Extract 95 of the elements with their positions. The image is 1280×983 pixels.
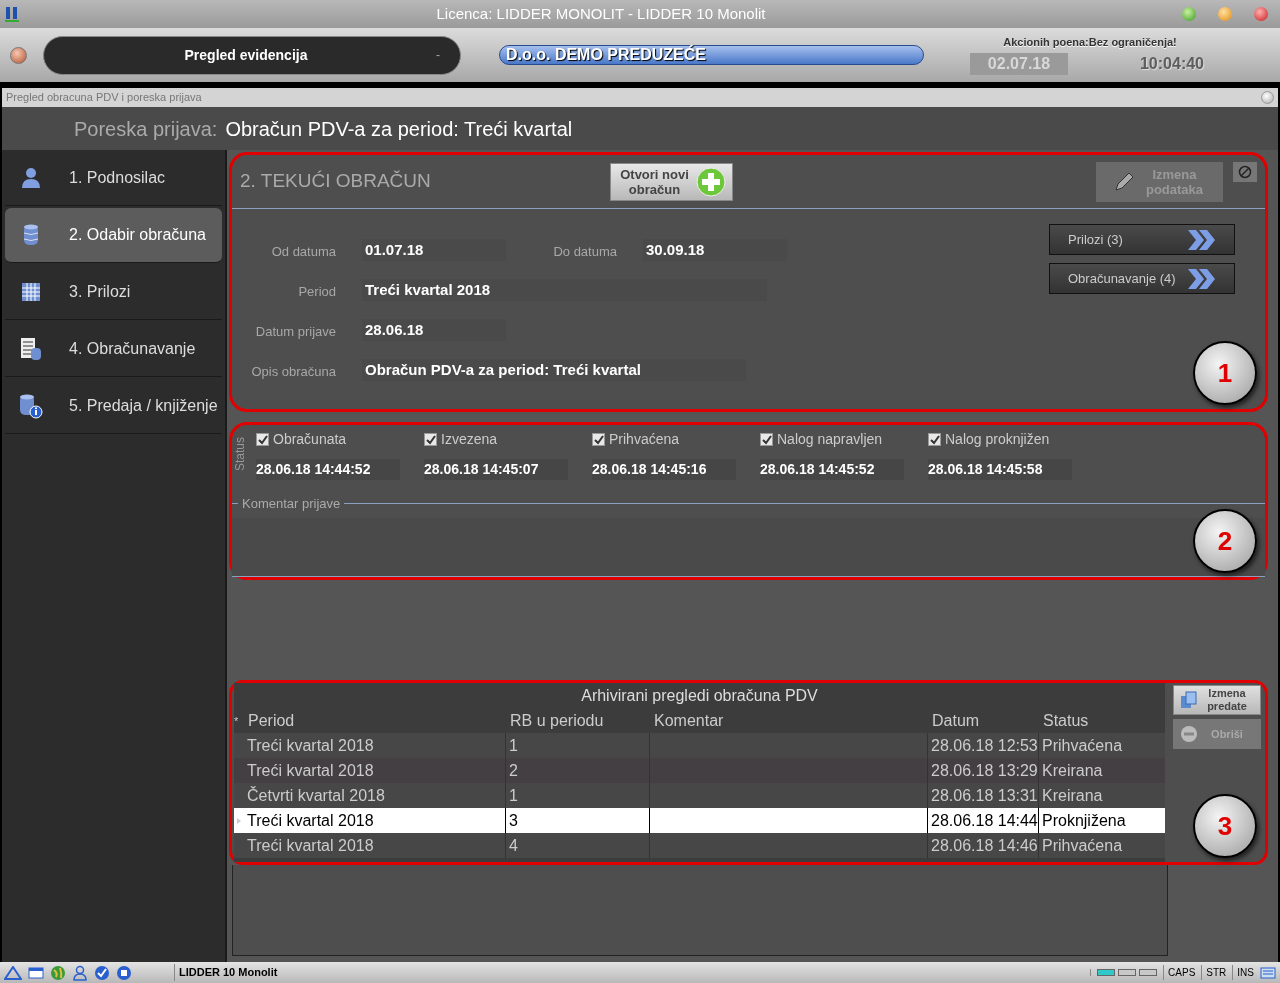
status-timestamp: 28.06.18 14:45:07: [424, 459, 568, 480]
checkbox[interactable]: [256, 433, 269, 446]
row-pointer-icon: [237, 817, 241, 824]
table-row[interactable]: Treći kvartal 2018 4 28.06.18 14:46 Prihvaćena: [234, 833, 1165, 858]
status-step-label: Nalog napravljen: [777, 430, 883, 449]
field-value: 01.07.18: [362, 239, 506, 261]
table-cell-text: Prihvaćena: [1041, 736, 1124, 756]
section-title: 2. TEKUĆI OBRAČUN: [240, 169, 432, 194]
table-cell: Treći kvartal 2018: [244, 833, 506, 858]
field-label: Period: [297, 282, 336, 301]
table-row[interactable]: Treći kvartal 2018 1 28.06.18 12:53 Prihvaćena: [234, 733, 1165, 758]
table-cell: 4: [506, 833, 650, 858]
promo-text: Akcionih poena:Bez ograničenja!: [1002, 34, 1178, 50]
company-name: D.o.o. DEMO PREDUZEĆE: [499, 45, 924, 65]
field-label: Opis obračuna: [250, 362, 336, 381]
table-row[interactable]: Četvrti kvartal 2018 1 28.06.18 13:31 Kreirana: [234, 783, 1165, 808]
table-cell: 28.06.18 14:46: [928, 833, 1039, 858]
person-icon: [21, 167, 41, 189]
checkbox[interactable]: [592, 433, 605, 446]
globe-icon[interactable]: [50, 964, 66, 981]
triangle-logo-icon[interactable]: [4, 965, 22, 980]
status-label: Status: [232, 436, 248, 473]
new-calculation-button[interactable]: Otvori novi obračun: [610, 162, 733, 201]
stop-icon[interactable]: [116, 964, 132, 981]
comment-field[interactable]: [232, 517, 1265, 577]
user-icon[interactable]: [72, 964, 88, 981]
sidebar-item[interactable]: 3. Prilozi: [5, 265, 222, 320]
table-row[interactable]: Treći kvartal 2018 2 28.06.18 13:29 Kreirana: [234, 758, 1165, 783]
database-icon: [23, 223, 39, 247]
checkbox[interactable]: [928, 433, 941, 446]
field-value: Treći kvartal 2018: [362, 279, 767, 301]
status-step-label: Obračunata: [273, 430, 347, 449]
column-header[interactable]: Komentar: [650, 709, 928, 733]
double-chevron-icon: [1186, 267, 1216, 290]
field-value: 30.09.18: [643, 239, 787, 261]
status-timestamp: 28.06.18 14:44:52: [256, 459, 400, 480]
navigation-button[interactable]: Prilozi (3): [1049, 224, 1235, 255]
table-icon: [21, 282, 41, 302]
dash-mark: -: [436, 47, 441, 64]
sidebar-item[interactable]: 5. Predaja / knjiženje: [5, 379, 222, 434]
subwindow-title: Pregled obracuna PDV i poreska prijava: [6, 90, 203, 106]
sidebar-item[interactable]: 1. Podnosilac: [5, 151, 222, 206]
status-step-label: Izvezena: [441, 430, 498, 449]
header-prefix: Poreska prijava:: [74, 116, 218, 142]
edit-submitted-button[interactable]: Izmena predate: [1173, 685, 1261, 715]
key-indicator: CAPS: [1163, 965, 1196, 980]
sidebar-item[interactable]: 4. Obračunavanje: [5, 322, 222, 377]
table-row[interactable]: Treći kvartal 2018 3 28.06.18 14:44 Proknjižena: [234, 808, 1165, 833]
module-selector[interactable]: Pregled evidencija -: [43, 35, 461, 75]
block-icon[interactable]: [1233, 161, 1257, 182]
field-label: Od datuma: [270, 242, 336, 261]
status-light-icon: [10, 46, 27, 64]
navigation-button[interactable]: Obračunavanje (4): [1049, 263, 1235, 294]
column-header[interactable]: RB u periodu: [506, 709, 650, 733]
sidebar-item[interactable]: 2. Odabir obračuna: [5, 208, 222, 263]
new-row-marker: *: [234, 713, 240, 729]
field-value: Obračun PDV-a za period: Treći kvartal: [362, 359, 746, 381]
double-chevron-icon: [1186, 228, 1216, 251]
comment-label: Komentar prijave: [241, 495, 342, 513]
field-value: 28.06.18: [362, 319, 506, 341]
window-icon[interactable]: [28, 965, 44, 980]
window-title: Licenca: LIDDER MONOLIT - LIDDER 10 Monolit: [435, 3, 767, 24]
key-indicator: INS: [1232, 965, 1254, 980]
checkbox[interactable]: [760, 433, 773, 446]
table-title: Arhivirani pregledi obračuna PDV: [580, 686, 819, 706]
status-timestamp: 28.06.18 14:45:58: [928, 459, 1072, 480]
copy-icon: [1180, 691, 1198, 709]
minus-icon: [1180, 725, 1198, 743]
key-indicator: STR: [1201, 965, 1227, 980]
field-label: Datum prijave: [254, 322, 336, 341]
current-time: 10:04:40: [1139, 54, 1204, 75]
plus-icon: [696, 166, 726, 197]
spreadsheet-icon: [20, 337, 42, 361]
status-step-label: Prihvaćena: [609, 430, 680, 449]
current-date: 02.07.18: [970, 53, 1068, 76]
table-cell-text: Kreirana: [1041, 761, 1104, 781]
status-timestamp: 28.06.18 14:45:52: [760, 459, 904, 480]
app-logo-icon: [4, 5, 20, 23]
column-header[interactable]: Datum: [928, 709, 1039, 733]
table-cell-text: Kreirana: [1041, 786, 1104, 806]
numbered-marker: 3: [1193, 794, 1257, 858]
header-title: Obračun PDV-a za period: Treći kvartal: [225, 116, 573, 142]
pencil-icon: [1113, 170, 1135, 193]
column-header[interactable]: Period: [244, 709, 506, 733]
status-timestamp: 28.06.18 14:45:16: [592, 459, 736, 480]
checkmark-icon[interactable]: [94, 964, 110, 981]
field-label: Do datuma: [552, 242, 617, 261]
table-cell-text: Proknjižena: [1041, 811, 1127, 831]
column-header[interactable]: Status: [1039, 709, 1163, 733]
checkbox[interactable]: [424, 433, 437, 446]
numbered-marker: 1: [1193, 341, 1257, 405]
status-app-name: LIDDER 10 Monolit: [174, 964, 278, 981]
status-step-label: Nalog proknjižen: [945, 430, 1050, 449]
table-cell-text: Prihvaćena: [1041, 836, 1124, 856]
database-info-icon: [19, 393, 43, 419]
